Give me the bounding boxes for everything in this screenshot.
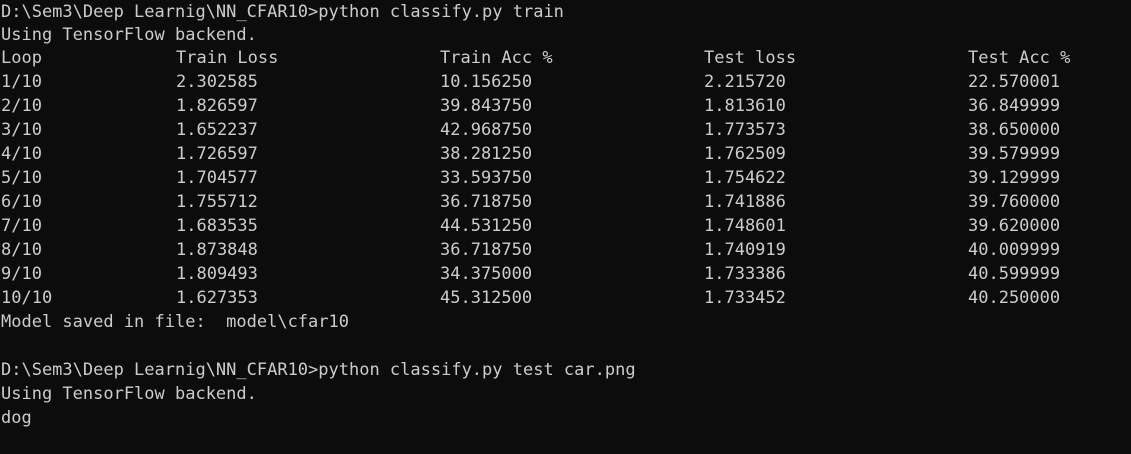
header-loop: Loop — [1, 48, 42, 68]
table-header-row: Loop Train Loss Train Acc % Test loss Te… — [0, 46, 1131, 70]
cell-loop: 5/10 — [1, 168, 42, 188]
cell-train-loss: 1.809493 — [176, 264, 258, 284]
cell-test-loss: 1.773573 — [704, 120, 786, 140]
table-row: 7/10 1.683535 44.531250 1.748601 39.6200… — [0, 214, 1131, 238]
cell-test-acc: 40.599999 — [968, 264, 1061, 284]
terminal-window[interactable]: D:\Sem3\Deep Learnig\NN_CFAR10>python cl… — [0, 0, 1131, 431]
cell-loop: 6/10 — [1, 192, 42, 212]
cell-train-loss: 1.683535 — [176, 216, 258, 236]
cell-loop: 3/10 — [1, 120, 42, 140]
table-row: 4/10 1.726597 38.281250 1.762509 39.5799… — [0, 142, 1131, 166]
cell-test-acc: 39.579999 — [968, 144, 1061, 164]
table-row: 8/10 1.873848 36.718750 1.740919 40.0099… — [0, 238, 1131, 262]
command-text: python classify.py train — [318, 2, 564, 22]
cell-test-acc: 39.129999 — [968, 168, 1061, 188]
cell-test-acc: 39.620000 — [968, 216, 1061, 236]
prompt-path: D:\Sem3\Deep Learnig\NN_CFAR10> — [1, 2, 319, 22]
cell-loop: 10/10 — [1, 288, 53, 308]
header-test-loss: Test loss — [704, 48, 797, 68]
cell-test-acc: 39.760000 — [968, 192, 1061, 212]
table-row: 2/10 1.826597 39.843750 1.813610 36.8499… — [0, 94, 1131, 118]
backend-message: Using TensorFlow backend. — [1, 384, 257, 404]
table-row: 1/10 2.302585 10.156250 2.215720 22.5700… — [0, 70, 1131, 94]
header-train-acc: Train Acc % — [440, 48, 553, 68]
cell-test-loss: 2.215720 — [704, 72, 786, 92]
header-test-acc: Test Acc % — [968, 48, 1071, 68]
header-train-loss: Train Loss — [176, 48, 279, 68]
cell-test-loss: 1.813610 — [704, 96, 786, 116]
cell-test-acc: 38.650000 — [968, 120, 1061, 140]
cell-test-loss: 1.733452 — [704, 288, 786, 308]
cell-train-acc: 38.281250 — [440, 144, 533, 164]
classification-result: dog — [1, 408, 32, 428]
cell-train-loss: 1.826597 — [176, 96, 258, 116]
command-line-test: D:\Sem3\Deep Learnig\NN_CFAR10>python cl… — [1, 358, 636, 382]
cell-train-acc: 42.968750 — [440, 120, 533, 140]
cell-train-acc: 33.593750 — [440, 168, 533, 188]
cell-loop: 7/10 — [1, 216, 42, 236]
cell-train-loss: 1.873848 — [176, 240, 258, 260]
cell-test-acc: 22.570001 — [968, 72, 1061, 92]
cell-train-acc: 36.718750 — [440, 192, 533, 212]
cell-train-acc: 45.312500 — [440, 288, 533, 308]
cell-test-loss: 1.741886 — [704, 192, 786, 212]
cell-loop: 1/10 — [1, 72, 42, 92]
cell-train-acc: 44.531250 — [440, 216, 533, 236]
table-row: 5/10 1.704577 33.593750 1.754622 39.1299… — [0, 166, 1131, 190]
cell-train-loss: 2.302585 — [176, 72, 258, 92]
command-text: python classify.py test car.png — [318, 360, 636, 380]
cell-test-acc: 40.009999 — [968, 240, 1061, 260]
backend-message: Using TensorFlow backend. — [1, 25, 257, 45]
cell-train-loss: 1.726597 — [176, 144, 258, 164]
cell-test-loss: 1.748601 — [704, 216, 786, 236]
cell-test-loss: 1.733386 — [704, 264, 786, 284]
table-row: 9/10 1.809493 34.375000 1.733386 40.5999… — [0, 262, 1131, 286]
model-saved-message: Model saved in file: model\cfar10 — [1, 312, 349, 332]
table-row: 10/10 1.627353 45.312500 1.733452 40.250… — [0, 286, 1131, 310]
cell-test-loss: 1.762509 — [704, 144, 786, 164]
table-row: 3/10 1.652237 42.968750 1.773573 38.6500… — [0, 118, 1131, 142]
command-line-train: D:\Sem3\Deep Learnig\NN_CFAR10>python cl… — [1, 0, 564, 24]
cell-test-loss: 1.740919 — [704, 240, 786, 260]
cell-train-loss: 1.704577 — [176, 168, 258, 188]
cell-train-loss: 1.755712 — [176, 192, 258, 212]
cell-loop: 4/10 — [1, 144, 42, 164]
cell-test-loss: 1.754622 — [704, 168, 786, 188]
prompt-path: D:\Sem3\Deep Learnig\NN_CFAR10> — [1, 360, 319, 380]
cell-loop: 9/10 — [1, 264, 42, 284]
cell-loop: 2/10 — [1, 96, 42, 116]
cell-train-acc: 36.718750 — [440, 240, 533, 260]
table-row: 6/10 1.755712 36.718750 1.741886 39.7600… — [0, 190, 1131, 214]
cell-train-acc: 10.156250 — [440, 72, 533, 92]
cell-test-acc: 36.849999 — [968, 96, 1061, 116]
cell-train-loss: 1.652237 — [176, 120, 258, 140]
cell-train-acc: 34.375000 — [440, 264, 533, 284]
cell-train-acc: 39.843750 — [440, 96, 533, 116]
cell-test-acc: 40.250000 — [968, 288, 1061, 308]
cell-train-loss: 1.627353 — [176, 288, 258, 308]
cell-loop: 8/10 — [1, 240, 42, 260]
